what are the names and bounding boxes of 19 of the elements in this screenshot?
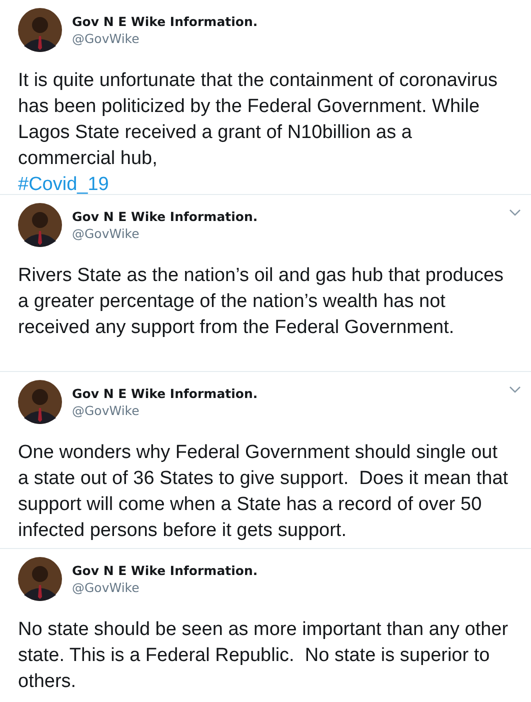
tweet-text: Rivers State as the nation’s oil and gas hub that produces a greater percentage of the nation’s wealth has not received any support from the Federal Government. (18, 264, 505, 340)
tweet-text: No state should be seen as more important than any other state. This is a Federal Republic. No state is superior to others. (18, 618, 510, 694)
author-name[interactable]: Gov N E Wike Information. (72, 563, 258, 578)
author-name[interactable]: Gov N E Wike Information. (72, 209, 258, 224)
user-handle[interactable]: @GovWike (72, 31, 258, 46)
avatar (18, 8, 62, 52)
author-name[interactable]: Gov N E Wike Information. (72, 14, 258, 29)
chevron-icon[interactable] (509, 209, 521, 217)
tweet-text: One wonders why Federal Government should single out a state out of 36 States to give support. Does it mean that support will come when a State has a record of over 50 infected persons before it gets support. (18, 441, 510, 543)
user-handle[interactable]: @GovWike (72, 403, 258, 418)
hashtag-link[interactable]: #Covid_19 (18, 172, 109, 198)
user-handle[interactable]: @GovWike (72, 226, 258, 241)
avatar (18, 380, 62, 424)
avatar (18, 203, 62, 247)
author-name[interactable]: Gov N E Wike Information. (72, 386, 258, 401)
tweet-text: It is quite unfortunate that the containment of coronavirus has been politicized by the Federal Government. While Lagos State received a grant of N10billion as a commercial hub, (18, 69, 499, 171)
chevron-icon[interactable] (509, 386, 521, 394)
user-handle[interactable]: @GovWike (72, 580, 258, 595)
avatar (18, 557, 62, 601)
